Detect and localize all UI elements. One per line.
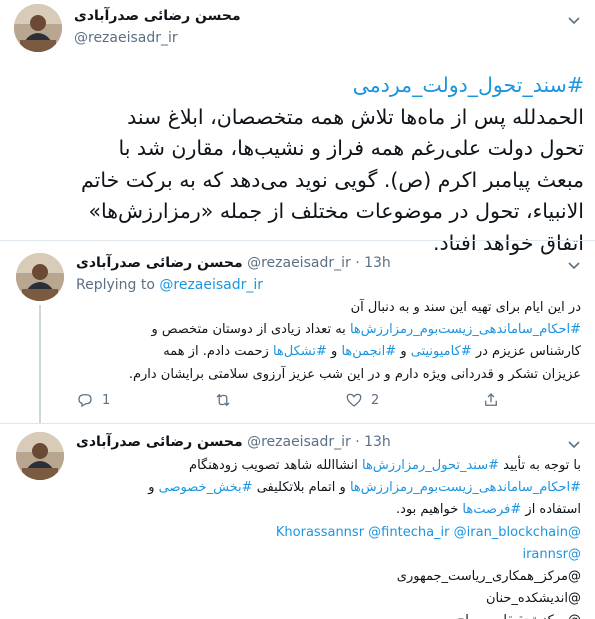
separator: · xyxy=(355,434,360,450)
like-action[interactable]: 2 xyxy=(345,389,379,411)
hashtag-link[interactable]: #فرصت‌ها xyxy=(462,502,521,517)
mention-line[interactable]: @irannsr xyxy=(76,544,581,566)
mention-line[interactable]: @اندیشکده_حنان xyxy=(76,588,581,610)
timestamp[interactable]: 13h xyxy=(364,255,391,271)
reply-line: با توجه به تأیید #سند_تحول_رمزارزش‌ها ان… xyxy=(189,458,581,473)
separator: · xyxy=(355,255,360,271)
replying-handle[interactable]: @rezaeisadr_ir xyxy=(159,277,263,293)
reply-header: محسن رضائی صدرآبادی @rezaeisadr_ir · 13h xyxy=(76,255,391,271)
reply-icon xyxy=(78,394,92,408)
reply-tweet[interactable]: محسن رضائی صدرآبادی @rezaeisadr_ir · 13h… xyxy=(0,424,595,619)
hashtag-link[interactable]: #سند_تحول_دولت_مردمی xyxy=(12,70,584,102)
reply-text: در این ایام برای تهیه این سند و به دنبال… xyxy=(76,297,581,386)
reply-avatar[interactable] xyxy=(16,253,64,301)
reply-tweet[interactable]: محسن رضائی صدرآبادی @rezaeisadr_ir · 13h… xyxy=(0,241,595,423)
mention-line[interactable]: @Khorassannsr @fintecha_ir @iran_blockch… xyxy=(76,522,581,544)
retweet-icon xyxy=(216,393,230,407)
mention-line[interactable]: @مرکز_همکاری_ریاست_جمهوری xyxy=(76,566,581,588)
chevron-down-icon[interactable] xyxy=(566,12,582,28)
reply-header: محسن رضائی صدرآبادی @rezaeisadr_ir · 13h xyxy=(76,434,391,450)
like-count: 2 xyxy=(371,392,380,408)
retweet-action[interactable] xyxy=(213,389,233,411)
reply-author-name[interactable]: محسن رضائی صدرآبادی xyxy=(76,255,243,271)
main-tweet: محسن رضائی صدرآبادی @rezaeisadr_ir #سند_… xyxy=(0,0,595,255)
tweet-line: الانبیاء، تحول در موضوعات مختلف از جمله … xyxy=(88,199,584,223)
tweet-line: مبعث پیامبر اکرم (ص). گویی نوید می‌دهد ک… xyxy=(80,167,584,192)
author-avatar[interactable] xyxy=(14,4,62,52)
hashtag-line-text[interactable]: #احکام_ساماندهی_زیست‌بوم_رمزارزش‌ها به ت… xyxy=(151,322,581,337)
timestamp[interactable]: 13h xyxy=(364,434,391,450)
chevron-down-icon[interactable] xyxy=(566,436,582,452)
action-bar: 1 2 xyxy=(76,389,506,411)
reply-line: #احکام_ساماندهی_زیست‌بوم_رمزارزش‌ها به ت… xyxy=(76,319,581,341)
replying-to: Replying to @rezaeisadr_ir xyxy=(76,277,263,293)
reply-line: #احکام_ساماندهی_زیست‌بوم_رمزارزش‌ها و ات… xyxy=(148,480,581,496)
share-action[interactable] xyxy=(482,389,500,411)
hashtag-link[interactable]: #کامیونیتی xyxy=(411,344,472,359)
reply-handle[interactable]: @rezaeisadr_ir xyxy=(247,255,351,271)
author-name[interactable]: محسن رضائی صدرآبادی xyxy=(74,8,254,24)
reply-line: در این ایام برای تهیه این سند و به دنبال… xyxy=(350,300,581,315)
hashtag-link[interactable]: #انجمن‌ها xyxy=(341,344,396,359)
hashtag-link[interactable]: #بخش_خصوصی xyxy=(159,480,253,495)
reply-action[interactable]: 1 xyxy=(76,389,110,411)
chevron-down-icon[interactable] xyxy=(566,257,582,273)
reply-avatar[interactable] xyxy=(16,432,64,480)
hashtag-link[interactable]: #سند_تحول_رمزارزش‌ها xyxy=(362,458,499,473)
author-handle[interactable]: @rezaeisadr_ir xyxy=(74,30,178,46)
reply-count: 1 xyxy=(102,392,111,408)
reply-handle[interactable]: @rezaeisadr_ir xyxy=(247,434,351,450)
tweet-line: الحمدلله پس از ماه‌ها تلاش همه متخصصان، … xyxy=(127,104,584,129)
thread-line xyxy=(39,305,41,423)
tweet-line: تحول دولت علی‌رغم همه فراز و نشیب‌ها، مق… xyxy=(118,136,584,160)
hashtag-link[interactable]: #احکام_ساماندهی_زیست‌بوم_رمزارزش‌ها xyxy=(350,322,581,337)
share-icon xyxy=(485,393,497,406)
reply-line: استفاده از #فرصت‌ها خواهیم بود. xyxy=(396,502,581,518)
heart-icon xyxy=(346,393,362,407)
hashtag-link[interactable]: #احکام_ساماندهی_زیست‌بوم_رمزارزش‌ها xyxy=(350,480,581,495)
reply-line: عزیزان تشکر و قدردانی ویژه دارم و در این… xyxy=(128,366,581,382)
replying-label: Replying to xyxy=(76,277,155,293)
reply-line: کارشناس عزیزم در #کامیونیتی و #انجمن‌ها … xyxy=(163,344,581,360)
tweet-text: #سند_تحول_دولت_مردمی الحمدلله پس از ماه‌… xyxy=(12,70,584,259)
hashtag-link[interactable]: #تشکل‌ها xyxy=(273,344,327,359)
mention-line[interactable]: @مرکز تحقیقات سراج xyxy=(76,610,581,619)
reply-text: با توجه به تأیید #سند_تحول_رمزارزش‌ها ان… xyxy=(76,455,581,619)
reply-author-name[interactable]: محسن رضائی صدرآبادی xyxy=(76,434,243,450)
